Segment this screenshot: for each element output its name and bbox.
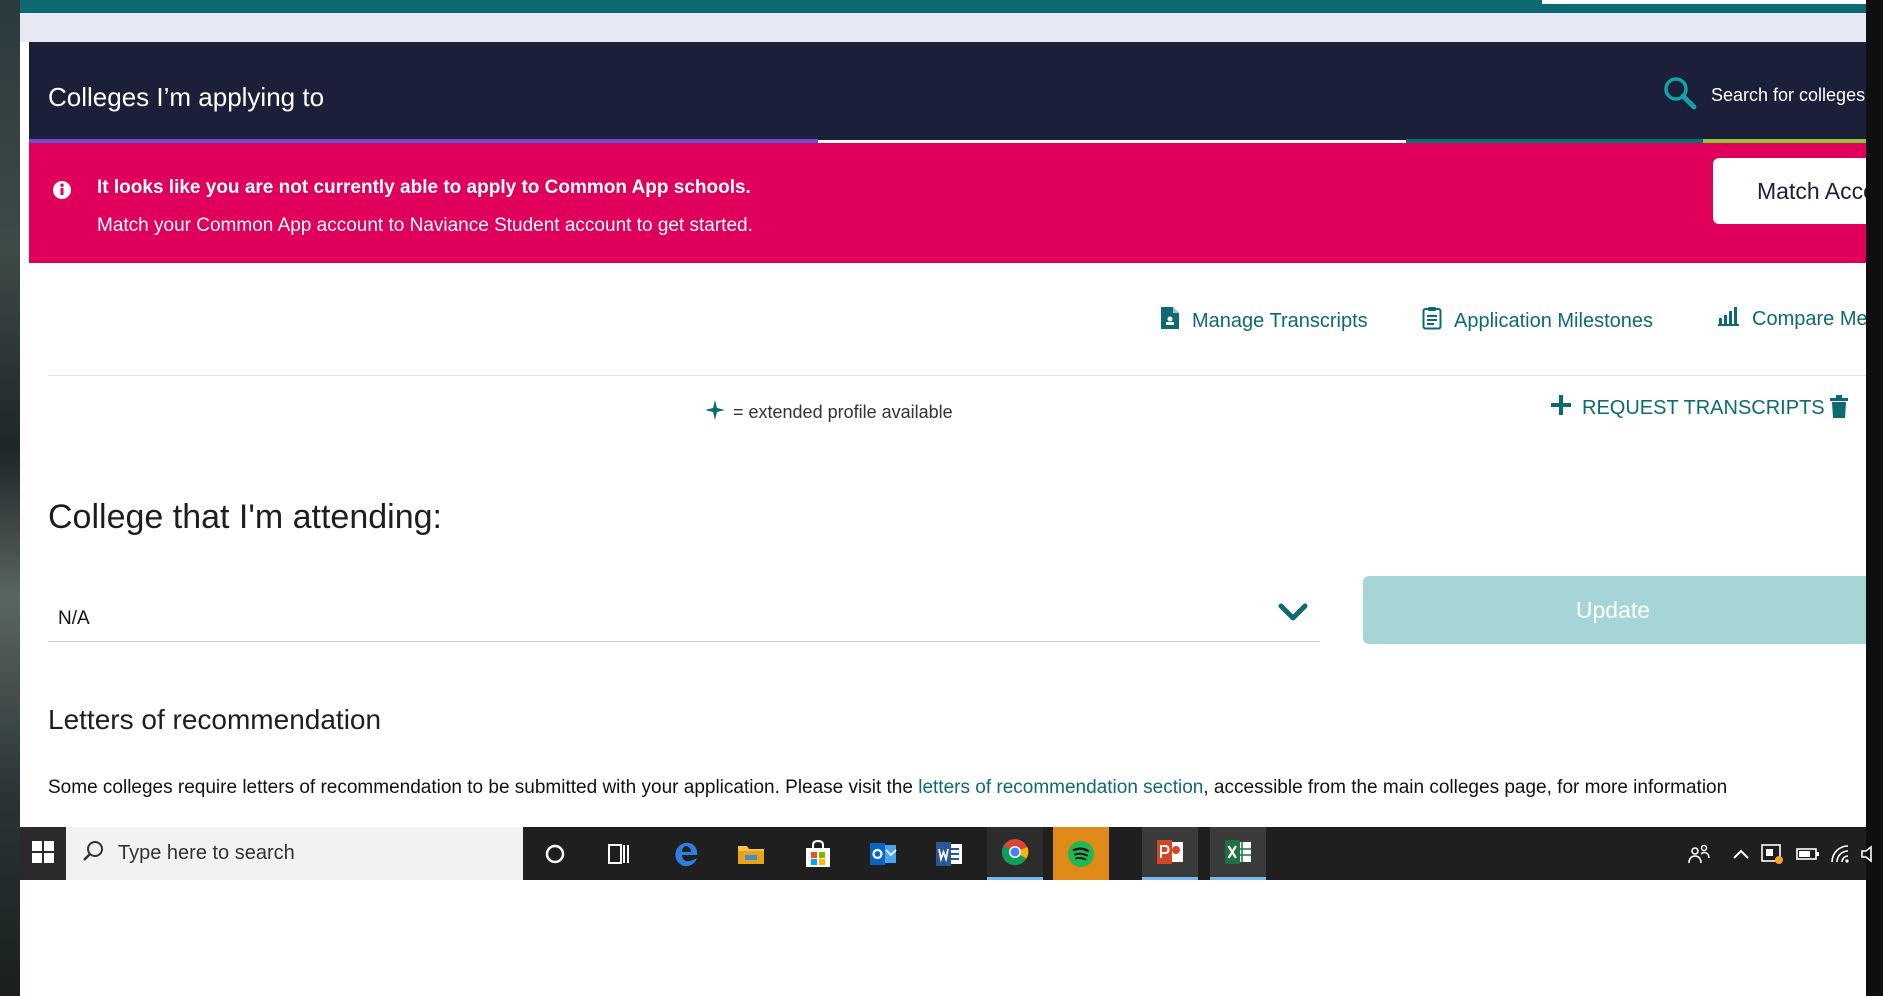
page-title: Colleges I’m applying to bbox=[48, 82, 325, 112]
compare-me-link[interactable]: Compare Me bbox=[1718, 306, 1866, 332]
college-search[interactable]: Search for colleges bbox=[1663, 76, 1865, 114]
attending-college-select[interactable]: N/A bbox=[48, 594, 1320, 642]
alert-title: It looks like you are not currently able… bbox=[97, 177, 751, 198]
update-button[interactable]: Update bbox=[1363, 576, 1866, 644]
search-icon bbox=[82, 840, 104, 868]
site-top-white-tab bbox=[1542, 0, 1866, 4]
info-icon bbox=[52, 180, 72, 204]
letters-text-after: , accessible from the main colleges page… bbox=[1203, 777, 1728, 798]
outlook-icon[interactable] bbox=[855, 827, 911, 880]
task-view-icon[interactable] bbox=[591, 827, 647, 880]
excel-icon[interactable] bbox=[1210, 827, 1266, 880]
wifi-icon[interactable] bbox=[1829, 827, 1853, 880]
desktop-wallpaper-left bbox=[0, 0, 20, 996]
windows-logo-icon bbox=[32, 840, 54, 867]
windows-start-button[interactable] bbox=[20, 827, 66, 880]
taskbar-search-box[interactable]: Type here to search bbox=[66, 827, 523, 880]
volume-icon[interactable] bbox=[1860, 827, 1876, 880]
match-accounts-button[interactable]: Match Accounts bbox=[1713, 158, 1866, 224]
windows-taskbar: Type here to search bbox=[20, 827, 1872, 880]
transcript-file-icon bbox=[1160, 306, 1180, 336]
spotify-icon[interactable] bbox=[1053, 827, 1109, 880]
word-icon[interactable] bbox=[921, 827, 977, 880]
quick-links: Manage Transcripts Application Milestone… bbox=[29, 306, 1866, 346]
cortana-icon[interactable] bbox=[527, 827, 583, 880]
application-milestones-label: Application Milestones bbox=[1454, 309, 1653, 332]
notification-app-icon[interactable] bbox=[1760, 827, 1784, 880]
extended-profile-legend: = extended profile available bbox=[705, 400, 953, 425]
search-icon bbox=[1663, 76, 1697, 114]
alert-message: Match your Common App account to Navianc… bbox=[97, 215, 753, 236]
application-milestones-link[interactable]: Application Milestones bbox=[1422, 306, 1653, 336]
manage-transcripts-label: Manage Transcripts bbox=[1192, 309, 1368, 332]
screenshot: Colleges I’m applying to Search for coll… bbox=[0, 0, 1883, 996]
chevron-up-icon[interactable] bbox=[1732, 827, 1750, 880]
letters-text-before: Some colleges require letters of recomme… bbox=[48, 777, 919, 798]
people-icon[interactable] bbox=[1687, 827, 1711, 880]
desktop-blank-area bbox=[20, 880, 1866, 996]
chevron-down-icon bbox=[1278, 602, 1308, 628]
attending-selected-value: N/A bbox=[58, 608, 90, 629]
microsoft-store-icon[interactable] bbox=[790, 827, 846, 880]
battery-icon[interactable] bbox=[1796, 827, 1820, 880]
plus-icon bbox=[1550, 394, 1572, 422]
taskbar-search-placeholder: Type here to search bbox=[118, 842, 295, 864]
browser-top-strip bbox=[20, 0, 1866, 42]
file-explorer-icon[interactable] bbox=[723, 827, 779, 880]
edge-browser-icon[interactable] bbox=[658, 827, 714, 880]
common-app-alert-banner: It looks like you are not currently able… bbox=[29, 143, 1866, 263]
bar-chart-icon bbox=[1718, 306, 1740, 332]
letters-of-recommendation-link[interactable]: letters of recommendation section bbox=[918, 777, 1203, 798]
trash-icon[interactable] bbox=[1830, 395, 1848, 423]
request-transcripts-button[interactable]: REQUEST TRANSCRIPTS bbox=[1550, 394, 1825, 422]
legend-text: = extended profile available bbox=[733, 402, 953, 422]
search-label: Search for colleges bbox=[1711, 84, 1866, 105]
letters-description: Some colleges require letters of recomme… bbox=[48, 770, 1866, 805]
sparkle-icon bbox=[705, 400, 725, 425]
clipboard-icon bbox=[1422, 306, 1442, 336]
section-divider bbox=[48, 375, 1866, 376]
manage-transcripts-link[interactable]: Manage Transcripts bbox=[1160, 306, 1368, 336]
page-header: Colleges I’m applying to Search for coll… bbox=[29, 42, 1866, 140]
attending-heading: College that I'm attending: bbox=[48, 498, 442, 536]
compare-me-label: Compare Me bbox=[1752, 307, 1866, 330]
naviance-page: Colleges I’m applying to Search for coll… bbox=[29, 42, 1866, 827]
chrome-icon[interactable] bbox=[987, 827, 1043, 880]
powerpoint-icon[interactable] bbox=[1142, 827, 1198, 880]
letters-heading: Letters of recommendation bbox=[48, 704, 382, 735]
request-transcripts-label: REQUEST TRANSCRIPTS bbox=[1582, 396, 1825, 419]
